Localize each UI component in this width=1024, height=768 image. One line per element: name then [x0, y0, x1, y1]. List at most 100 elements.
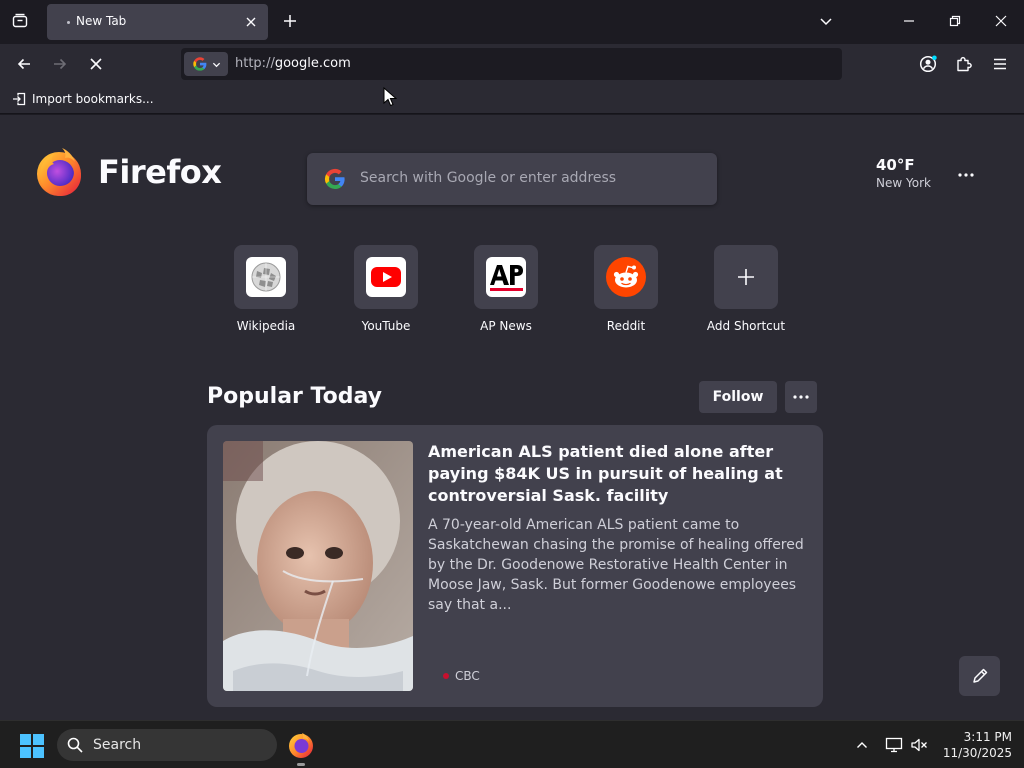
stop-button[interactable]	[84, 52, 108, 76]
hamburger-menu-icon	[994, 58, 1006, 70]
minimize-button[interactable]	[896, 8, 922, 34]
plus-icon	[738, 269, 754, 285]
weather-temperature: 40°F	[876, 156, 915, 174]
shortcut-label: YouTube	[361, 319, 411, 333]
add-shortcut-button[interactable]: Add Shortcut	[691, 245, 801, 333]
story-title[interactable]: American ALS patient died alone after pa…	[428, 441, 798, 507]
taskbar-clock[interactable]: 3:11 PM 11/30/2025	[936, 729, 1012, 761]
bookmarks-toolbar: Import bookmarks...	[0, 84, 1024, 114]
windows-taskbar: Search 3:11 PM 11/30/2025	[0, 720, 1024, 768]
window-close-button[interactable]	[988, 8, 1014, 34]
weather-location: New York	[876, 176, 931, 190]
shortcut-label: AP News	[480, 319, 532, 333]
tab-bar: New Tab	[0, 0, 1024, 44]
puzzle-icon	[957, 57, 972, 72]
customize-button[interactable]	[959, 656, 1000, 696]
firefox-taskbar-icon[interactable]	[287, 731, 315, 759]
story-excerpt: A 70-year-old American ALS patient came …	[428, 517, 804, 613]
new-tab-button[interactable]	[279, 10, 301, 32]
url-bar[interactable]: http://google.com	[181, 48, 842, 80]
shortcut-tile	[474, 245, 538, 309]
taskbar-search-label: Search	[93, 737, 142, 753]
account-button[interactable]	[916, 52, 940, 76]
restore-icon	[949, 15, 961, 27]
close-icon	[995, 15, 1007, 27]
navigation-toolbar: http://google.com	[0, 44, 1024, 84]
windows-start-icon[interactable]	[19, 733, 45, 759]
clock-date: 11/30/2025	[942, 746, 1012, 760]
show-hidden-icons-button[interactable]	[851, 734, 873, 756]
brand-wordmark: Firefox	[98, 153, 222, 191]
app-menu-button[interactable]	[988, 52, 1012, 76]
plus-icon	[284, 15, 296, 27]
back-arrow-icon	[17, 58, 30, 70]
chevron-up-icon	[857, 742, 867, 748]
close-icon	[246, 17, 256, 27]
shortcut-reddit[interactable]: Reddit	[571, 245, 681, 333]
shortcut-tile	[354, 245, 418, 309]
shortcut-tile	[234, 245, 298, 309]
volume-muted-icon	[911, 738, 927, 752]
new-tab-page: Firefox Search with Google or enter addr…	[0, 115, 1024, 720]
firefox-logo: Firefox	[32, 145, 222, 199]
wikipedia-icon	[246, 257, 286, 297]
clock-time: 3:11 PM	[963, 730, 1012, 744]
youtube-icon	[366, 257, 406, 297]
section-menu-button[interactable]	[785, 381, 817, 413]
import-bookmarks-button[interactable]: Import bookmarks...	[12, 90, 154, 108]
taskbar-search-box[interactable]: Search	[57, 729, 277, 761]
shortcut-label: Reddit	[606, 319, 646, 333]
stop-icon	[90, 58, 102, 70]
google-icon	[324, 168, 345, 190]
chevron-down-icon	[212, 62, 220, 67]
tab-tray-icon	[12, 13, 28, 28]
google-icon	[192, 57, 206, 71]
more-horizontal-icon	[958, 173, 974, 177]
chevron-down-icon	[820, 18, 832, 26]
tab-list-button[interactable]	[8, 9, 32, 33]
import-icon	[13, 92, 26, 106]
network-icon	[885, 737, 903, 753]
import-bookmarks-label: Import bookmarks...	[32, 92, 154, 106]
firefox-logo-icon	[37, 148, 81, 196]
shortcut-tile	[714, 245, 778, 309]
url-protocol: http://	[235, 56, 275, 71]
shortcut-youtube[interactable]: YouTube	[331, 245, 441, 333]
search-box[interactable]: Search with Google or enter address	[307, 153, 717, 205]
story-thumbnail	[223, 441, 413, 691]
shortcut-label: Add Shortcut	[706, 319, 786, 333]
volume-button[interactable]	[908, 734, 930, 756]
restore-button[interactable]	[942, 8, 968, 34]
weather-widget[interactable]: 40°F New York	[876, 156, 931, 190]
shortcut-wikipedia[interactable]: Wikipedia	[211, 245, 321, 333]
forward-arrow-icon	[54, 58, 67, 70]
more-horizontal-icon	[793, 395, 809, 399]
back-button[interactable]	[12, 52, 36, 76]
story-source: CBC	[443, 669, 480, 683]
list-all-tabs-button[interactable]	[813, 8, 839, 34]
tab-new-tab[interactable]: New Tab	[47, 4, 268, 40]
search-placeholder: Search with Google or enter address	[360, 170, 617, 186]
weather-menu-button[interactable]	[952, 163, 980, 187]
shortcut-tile	[594, 245, 658, 309]
extensions-button[interactable]	[952, 52, 976, 76]
url-text[interactable]: http://google.com	[235, 56, 351, 71]
story-photo	[223, 441, 413, 691]
search-engine-button[interactable]	[184, 52, 228, 76]
network-status-button[interactable]	[883, 734, 905, 756]
ap-news-icon	[486, 257, 526, 297]
reddit-icon	[606, 257, 646, 297]
tab-loading-indicator	[67, 21, 70, 24]
shortcut-ap-news[interactable]: AP News	[451, 245, 561, 333]
story-card[interactable]: American ALS patient died alone after pa…	[207, 425, 823, 707]
follow-button[interactable]: Follow	[699, 381, 777, 413]
shortcut-label: Wikipedia	[236, 319, 296, 333]
forward-button[interactable]	[48, 52, 72, 76]
search-icon	[67, 737, 83, 753]
tab-close-button[interactable]	[242, 13, 260, 31]
running-app-indicator	[297, 763, 305, 766]
url-host: google.com	[274, 56, 351, 71]
pencil-icon	[972, 668, 987, 683]
tab-title: New Tab	[76, 14, 127, 28]
minimize-icon	[904, 20, 914, 22]
